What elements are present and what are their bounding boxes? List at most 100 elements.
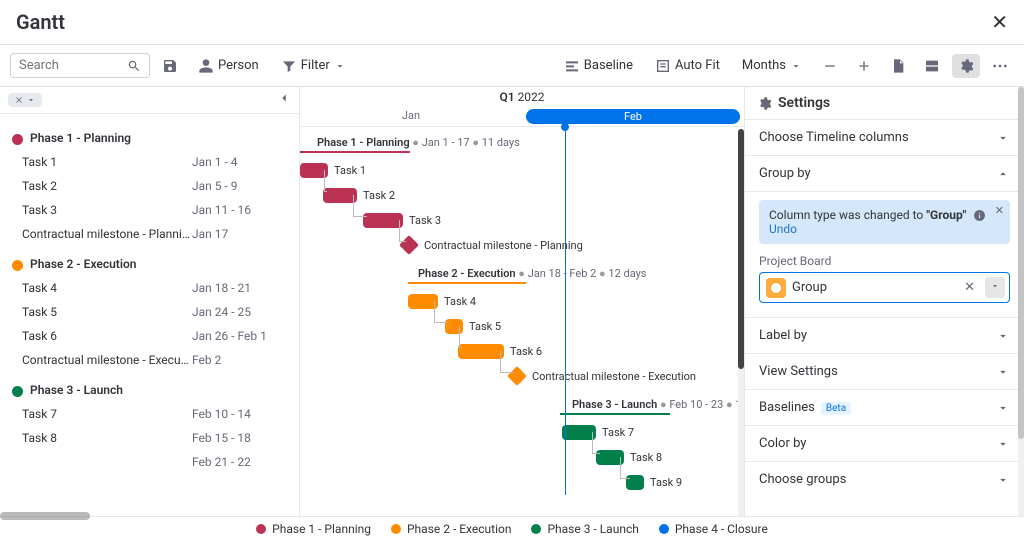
- autofit-button[interactable]: Auto Fit: [647, 54, 728, 78]
- today-line: [565, 127, 566, 495]
- group-by-select[interactable]: Group ✕: [759, 272, 1010, 303]
- phase-summary: Phase 3 - Launch ● Feb 10 - 23 ● 10: [572, 398, 744, 411]
- close-icon: [14, 95, 24, 105]
- task-name: Task 8: [12, 431, 192, 445]
- timescale-select[interactable]: Months: [734, 54, 810, 77]
- gear-icon: [757, 96, 772, 111]
- baseline-button[interactable]: Baseline: [556, 54, 641, 78]
- gantt-row: Phase 2 - Execution ● Jan 18 - Feb 2 ● 1…: [300, 264, 744, 289]
- task-date: Feb 10 - 14: [192, 407, 251, 421]
- gantt-bar[interactable]: [323, 188, 357, 203]
- gantt-row: Task 4: [300, 289, 744, 314]
- clear-icon[interactable]: ✕: [960, 280, 979, 295]
- task-row[interactable]: Contractual milestone - PlanningJan 17: [0, 222, 299, 246]
- gantt-row: Phase 3 - Launch ● Feb 10 - 23 ● 10: [300, 395, 744, 420]
- task-row[interactable]: Contractual milestone - ExecutionFeb 2: [0, 348, 299, 372]
- gantt-row: Contractual milestone - Execution: [300, 364, 744, 389]
- gantt-bar-label: Task 9: [650, 476, 682, 489]
- split-view-button[interactable]: [918, 54, 946, 78]
- settings-title: Settings: [778, 95, 830, 111]
- save-button[interactable]: [156, 54, 184, 78]
- timeline-panel: Q1 2022 Jan Feb Phase 1 - Planning ● Jan…: [300, 87, 744, 516]
- task-row[interactable]: Task 1Jan 1 - 4: [0, 150, 299, 174]
- more-button[interactable]: [986, 54, 1014, 78]
- chevron-down-icon: [996, 401, 1010, 415]
- info-icon: [973, 209, 986, 222]
- settings-button[interactable]: [952, 54, 980, 78]
- task-name: Task 2: [12, 179, 192, 193]
- dropdown-value: Group: [792, 280, 954, 295]
- task-row[interactable]: Task 6Jan 26 - Feb 1: [0, 324, 299, 348]
- search-field[interactable]: [19, 58, 127, 73]
- gantt-row: Task 7: [300, 420, 744, 445]
- horizontal-scrollbar[interactable]: [0, 512, 90, 520]
- zoom-in-button[interactable]: [850, 54, 878, 78]
- task-list-panel: Phase 1 - PlanningTask 1Jan 1 - 4Task 2J…: [0, 87, 300, 516]
- column-chip[interactable]: [8, 93, 42, 107]
- settings-scrollbar-track[interactable]: [1018, 87, 1024, 516]
- collapse-left-panel[interactable]: [277, 91, 291, 109]
- phase-row[interactable]: Phase 1 - Planning: [0, 126, 299, 150]
- beta-badge: Beta: [821, 402, 851, 415]
- task-row[interactable]: Task 3Jan 11 - 16: [0, 198, 299, 222]
- chevron-down-icon: [996, 365, 1010, 379]
- close-icon[interactable]: ✕: [995, 204, 1004, 217]
- chevron-down-icon: [996, 437, 1010, 451]
- section-view-settings[interactable]: View Settings: [745, 354, 1024, 390]
- task-name: Task 5: [12, 305, 192, 319]
- gantt-bar[interactable]: [458, 344, 504, 359]
- task-date: Feb 21 - 22: [192, 455, 251, 469]
- chevron-down-icon: [996, 329, 1010, 343]
- task-date: Jan 1 - 4: [192, 155, 238, 169]
- section-choose-groups[interactable]: Choose groups: [745, 462, 1024, 497]
- task-row[interactable]: Feb 21 - 22: [0, 450, 299, 474]
- legend-item: Phase 1 - Planning: [256, 522, 371, 536]
- gantt-bar-label: Task 3: [409, 214, 441, 227]
- undo-link[interactable]: Undo: [769, 222, 797, 236]
- autofit-label: Auto Fit: [675, 58, 720, 73]
- close-icon[interactable]: ✕: [991, 10, 1008, 34]
- task-name: Task 3: [12, 203, 192, 217]
- task-name: Contractual milestone - Execution: [12, 353, 192, 367]
- phase-summary: Phase 2 - Execution ● Jan 18 - Feb 2 ● 1…: [418, 267, 647, 280]
- gantt-row: Phase 1 - Planning ● Jan 1 - 17 ● 11 day…: [300, 133, 744, 158]
- export-button[interactable]: [884, 54, 912, 78]
- task-date: Jan 18 - 21: [192, 281, 251, 295]
- phase-row[interactable]: Phase 2 - Execution: [0, 252, 299, 276]
- section-group-by[interactable]: Group by: [745, 156, 1024, 192]
- legend-dot: [531, 524, 541, 534]
- dropdown-caret[interactable]: [985, 277, 1005, 298]
- task-row[interactable]: Task 8Feb 15 - 18: [0, 426, 299, 450]
- zoom-out-button[interactable]: [816, 54, 844, 78]
- month-feb[interactable]: Feb: [522, 107, 744, 126]
- gantt-bar-label: Task 1: [334, 164, 366, 177]
- document-icon: [890, 58, 906, 74]
- filter-icon: [281, 58, 297, 74]
- section-baselines[interactable]: BaselinesBeta: [745, 390, 1024, 426]
- phase-name: Phase 1 - Planning: [12, 131, 192, 145]
- section-label-by[interactable]: Label by: [745, 318, 1024, 354]
- toolbar: Person Filter Baseline Auto Fit Months: [0, 45, 1024, 87]
- search-input[interactable]: [10, 53, 150, 78]
- person-filter[interactable]: Person: [190, 54, 267, 78]
- legend-dot: [391, 524, 401, 534]
- task-row[interactable]: Task 5Jan 24 - 25: [0, 300, 299, 324]
- legend-item: Phase 3 - Launch: [531, 522, 638, 536]
- gantt-bar[interactable]: [363, 213, 403, 228]
- minus-icon: [822, 58, 838, 74]
- filter-button[interactable]: Filter: [273, 54, 354, 78]
- phase-row[interactable]: Phase 3 - Launch: [0, 378, 299, 402]
- task-row[interactable]: Task 2Jan 5 - 9: [0, 174, 299, 198]
- search-icon: [127, 59, 141, 73]
- section-color-by[interactable]: Color by: [745, 426, 1024, 462]
- settings-scrollbar-thumb[interactable]: [1018, 87, 1024, 439]
- section-choose-columns[interactable]: Choose Timeline columns: [745, 120, 1024, 156]
- gantt-row: Task 8: [300, 445, 744, 470]
- gantt-bar[interactable]: [562, 425, 596, 440]
- gantt-bar-label: Task 2: [363, 189, 395, 202]
- task-row[interactable]: Task 4Jan 18 - 21: [0, 276, 299, 300]
- legend-item: Phase 2 - Execution: [391, 522, 511, 536]
- gantt-bar-label: Task 7: [602, 426, 634, 439]
- task-row[interactable]: Task 7Feb 10 - 14: [0, 402, 299, 426]
- gantt-row: Task 3: [300, 208, 744, 233]
